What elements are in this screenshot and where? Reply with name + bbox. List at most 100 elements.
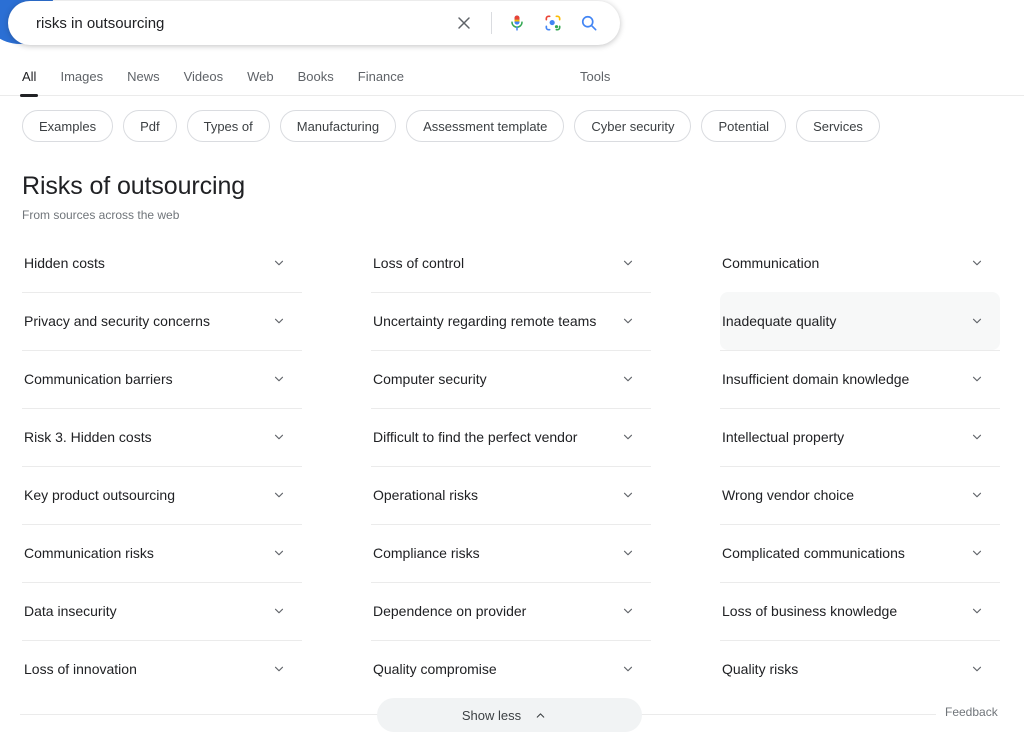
- chevron-down-icon: [619, 660, 637, 678]
- accordion-item-complicated-communications[interactable]: Complicated communications: [720, 524, 1000, 582]
- accordion-item-risk-3-hidden-costs[interactable]: Risk 3. Hidden costs: [22, 408, 302, 466]
- tab-web[interactable]: Web: [247, 62, 274, 96]
- chevron-down-icon: [619, 428, 637, 446]
- accordion-item-label: Hidden costs: [24, 255, 105, 271]
- tab-news[interactable]: News: [127, 62, 160, 96]
- accordion-item-label: Loss of business knowledge: [722, 603, 898, 619]
- google-lens-icon[interactable]: [540, 10, 566, 36]
- chevron-down-icon: [619, 486, 637, 504]
- feedback-link[interactable]: Feedback: [945, 705, 998, 719]
- filter-chip-potential[interactable]: Potential: [701, 110, 787, 142]
- filter-chip-assessment-template[interactable]: Assessment template: [406, 110, 565, 142]
- search-bar-divider: [491, 12, 492, 34]
- accordion-item-dependence-on-provider[interactable]: Dependence on provider: [371, 582, 651, 640]
- chevron-down-icon: [270, 486, 288, 504]
- accordion-column-2: Loss of control Uncertainty regarding rem…: [371, 234, 651, 698]
- filter-chip-manufacturing[interactable]: Manufacturing: [279, 110, 397, 142]
- filter-chip-pdf[interactable]: Pdf: [123, 110, 177, 142]
- accordion-item-label: Uncertainty regarding remote teams: [373, 313, 597, 329]
- accordion-item-insufficient-domain-knowledge[interactable]: Insufficient domain knowledge: [720, 350, 1000, 408]
- show-less-button[interactable]: Show less: [377, 698, 642, 732]
- filter-chip-examples[interactable]: Examples: [22, 110, 114, 142]
- accordion-column-1: Hidden costs Privacy and security concern…: [22, 234, 302, 698]
- tab-videos[interactable]: Videos: [184, 62, 224, 96]
- accordion-item-label: Computer security: [373, 371, 487, 387]
- accordion-item-loss-of-business-knowledge[interactable]: Loss of business knowledge: [720, 582, 1000, 640]
- chevron-down-icon: [619, 312, 637, 330]
- chevron-down-icon: [968, 602, 986, 620]
- accordion-item-label: Communication barriers: [24, 371, 173, 387]
- search-tabs: All Images News Videos Web Books Finance: [19, 62, 428, 97]
- search-results-page: All Images News Videos Web Books Finance…: [0, 0, 1024, 748]
- accordion-item-difficult-to-find-the-perfect-vendor[interactable]: Difficult to find the perfect vendor: [371, 408, 651, 466]
- filter-chip-cyber-security[interactable]: Cyber security: [574, 110, 692, 142]
- search-input[interactable]: [8, 1, 441, 45]
- chevron-down-icon: [619, 544, 637, 562]
- chevron-down-icon: [619, 602, 637, 620]
- filter-chips: Examples Pdf Types of Manufacturing Asse…: [22, 110, 880, 142]
- accordion-item-communication-risks[interactable]: Communication risks: [22, 524, 302, 582]
- accordion-item-loss-of-control[interactable]: Loss of control: [371, 234, 651, 292]
- chevron-down-icon: [270, 370, 288, 388]
- close-icon[interactable]: [451, 10, 477, 36]
- accordion-item-label: Wrong vendor choice: [722, 487, 855, 503]
- accordion-item-label: Quality compromise: [373, 661, 497, 677]
- accordion-item-computer-security[interactable]: Computer security: [371, 350, 651, 408]
- tab-images[interactable]: Images: [60, 62, 103, 96]
- filter-chip-services[interactable]: Services: [796, 110, 880, 142]
- accordion-item-intellectual-property[interactable]: Intellectual property: [720, 408, 1000, 466]
- accordion-item-label: Communication: [722, 255, 820, 271]
- accordion-item-hidden-costs[interactable]: Hidden costs: [22, 234, 302, 292]
- tab-books[interactable]: Books: [298, 62, 334, 96]
- chevron-down-icon: [968, 486, 986, 504]
- chevron-down-icon: [968, 254, 986, 272]
- accordion-item-operational-risks[interactable]: Operational risks: [371, 466, 651, 524]
- chevron-down-icon: [968, 428, 986, 446]
- accordion-item-communication-barriers[interactable]: Communication barriers: [22, 350, 302, 408]
- chevron-down-icon: [270, 602, 288, 620]
- chevron-down-icon: [968, 544, 986, 562]
- accordion-item-label: Difficult to find the perfect vendor: [373, 429, 578, 445]
- chevron-down-icon: [270, 544, 288, 562]
- accordion-item-privacy-and-security-concerns[interactable]: Privacy and security concerns: [22, 292, 302, 350]
- tab-all[interactable]: All: [19, 62, 39, 97]
- filter-chip-types-of[interactable]: Types of: [186, 110, 270, 142]
- accordion-item-uncertainty-regarding-remote-teams[interactable]: Uncertainty regarding remote teams: [371, 292, 651, 350]
- accordion-item-label: Risk 3. Hidden costs: [24, 429, 152, 445]
- accordion-item-label: Loss of control: [373, 255, 465, 271]
- accordion-item-data-insecurity[interactable]: Data insecurity: [22, 582, 302, 640]
- chevron-down-icon: [968, 660, 986, 678]
- accordion-item-label: Operational risks: [373, 487, 479, 503]
- accordion-item-loss-of-innovation[interactable]: Loss of innovation: [22, 640, 302, 698]
- accordion-item-label: Loss of innovation: [24, 661, 137, 677]
- accordion-item-label: Privacy and security concerns: [24, 313, 210, 329]
- chevron-down-icon: [270, 254, 288, 272]
- page-title: Risks of outsourcing: [22, 172, 246, 200]
- chevron-down-icon: [619, 254, 637, 272]
- chevron-up-icon: [531, 706, 549, 724]
- accordion-item-label: Intellectual property: [722, 429, 845, 445]
- tools-button[interactable]: Tools: [580, 62, 610, 96]
- accordion-item-label: Communication risks: [24, 545, 154, 561]
- accordion-item-quality-compromise[interactable]: Quality compromise: [371, 640, 651, 698]
- microphone-icon[interactable]: [504, 10, 530, 36]
- chevron-down-icon: [270, 312, 288, 330]
- page-subtitle: From sources across the web: [22, 208, 180, 222]
- chevron-down-icon: [968, 312, 986, 330]
- chevron-down-icon: [968, 370, 986, 388]
- accordion-item-compliance-risks[interactable]: Compliance risks: [371, 524, 651, 582]
- accordion-item-label: Data insecurity: [24, 603, 117, 619]
- accordion-item-label: Inadequate quality: [722, 313, 837, 329]
- search-bar-icons: [441, 1, 620, 45]
- risk-accordion-columns: Hidden costs Privacy and security concern…: [22, 234, 1002, 698]
- chevron-down-icon: [619, 370, 637, 388]
- accordion-item-key-product-outsourcing[interactable]: Key product outsourcing: [22, 466, 302, 524]
- accordion-item-wrong-vendor-choice[interactable]: Wrong vendor choice: [720, 466, 1000, 524]
- accordion-item-inadequate-quality[interactable]: Inadequate quality: [720, 292, 1000, 350]
- show-less-label: Show less: [461, 707, 522, 723]
- search-icon[interactable]: [576, 10, 602, 36]
- accordion-column-3: Communication Inadequate quality Insuffici…: [720, 234, 1000, 698]
- accordion-item-quality-risks[interactable]: Quality risks: [720, 640, 1000, 698]
- tab-finance[interactable]: Finance: [358, 62, 404, 96]
- accordion-item-communication[interactable]: Communication: [720, 234, 1000, 292]
